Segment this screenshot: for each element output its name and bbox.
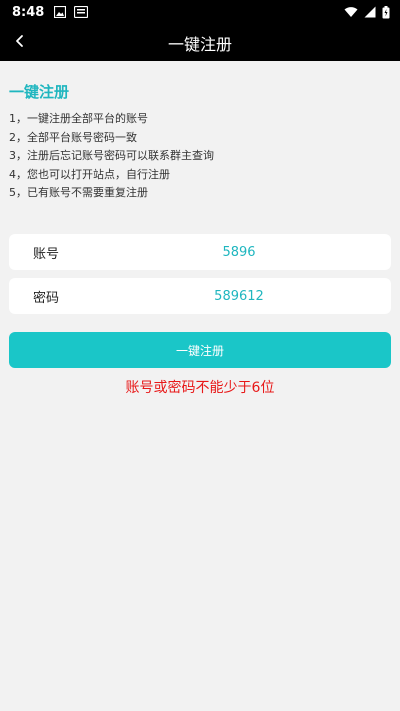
account-field-card: 账号: [9, 234, 391, 270]
account-label: 账号: [33, 246, 60, 262]
back-button[interactable]: [8, 31, 32, 55]
status-time: 8:48: [12, 4, 45, 20]
instruction-item: 2，全部平台账号密码一致: [9, 130, 137, 144]
password-field-card: 密码: [9, 278, 391, 314]
status-left-icons: [54, 6, 89, 18]
page-title: 一键注册: [167, 34, 232, 54]
instructions-list: 1，一键注册全部平台的账号 2，全部平台账号密码一致 3，注册后忘记账号密码可以…: [9, 110, 214, 203]
instruction-item: 4，您也可以打开站点，自行注册: [9, 167, 170, 181]
status-bar: 8:48: [0, 0, 400, 24]
image-icon: [54, 6, 67, 18]
password-label: 密码: [33, 290, 60, 306]
main-content: 一键注册 1，一键注册全部平台的账号 2，全部平台账号密码一致 3，注册后忘记账…: [0, 61, 400, 711]
instruction-item: 5，已有账号不需要重复注册: [9, 186, 148, 199]
signal-icon: [364, 6, 376, 18]
wifi-icon: [344, 6, 358, 18]
account-input[interactable]: [159, 244, 319, 260]
error-message: 账号或密码不能少于6位: [125, 380, 275, 396]
one-click-register-button[interactable]: 一键注册: [9, 332, 391, 368]
app-icon: [74, 6, 89, 18]
chevron-left-icon: [14, 33, 26, 52]
instruction-item: 3，注册后忘记账号密码可以联系群主查询: [9, 149, 214, 162]
password-input[interactable]: [159, 288, 319, 304]
instruction-item: 1，一键注册全部平台的账号: [9, 112, 148, 125]
battery-icon: [382, 5, 390, 19]
section-title: 一键注册: [9, 83, 70, 101]
app-header: 一键注册: [0, 24, 400, 61]
status-right-icons: [344, 5, 390, 19]
